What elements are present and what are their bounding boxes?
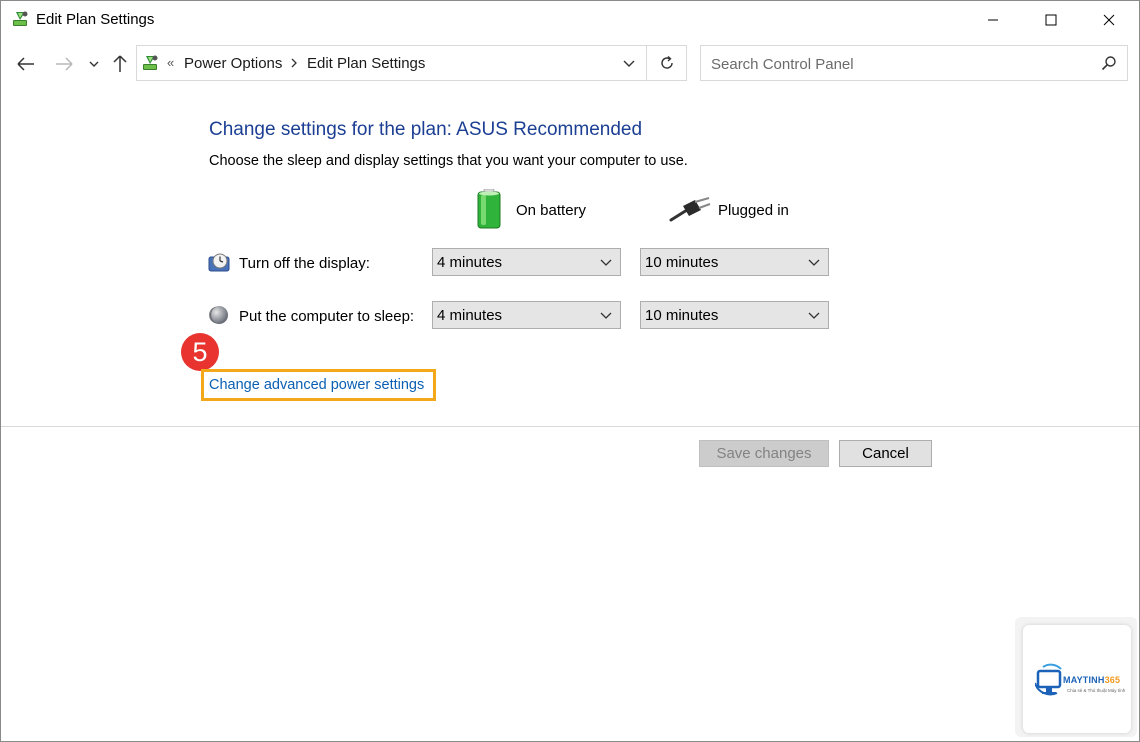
back-button[interactable]	[13, 51, 39, 77]
column-on-battery: On battery	[516, 202, 587, 219]
cancel-button[interactable]: Cancel	[839, 440, 932, 467]
page-description: Choose the sleep and display settings th…	[209, 153, 688, 169]
chevron-down-icon	[623, 60, 635, 67]
breadcrumb-edit-plan-settings[interactable]: Edit Plan Settings	[307, 55, 425, 72]
watermark-card: MAYTINH365 Chia sẻ & Thủ thuật Máy tính	[1023, 625, 1131, 733]
sleep-on-battery-select[interactable]: 4 minutes	[432, 301, 621, 329]
title-bar: Edit Plan Settings	[1, 1, 1139, 39]
plug-icon	[669, 196, 711, 236]
content-divider	[1, 426, 1139, 427]
power-plan-icon	[140, 53, 160, 73]
address-dropdown-button[interactable]	[612, 46, 646, 80]
address-bar[interactable]: « Power Options Edit Plan Settings	[136, 45, 687, 81]
chevron-down-icon	[600, 312, 612, 319]
select-value: 10 minutes	[645, 254, 719, 271]
step-number-badge: 5	[181, 333, 219, 371]
chevron-down-icon	[600, 259, 612, 266]
column-plugged-in: Plugged in	[718, 202, 789, 219]
up-button[interactable]	[107, 51, 133, 77]
select-value: 4 minutes	[437, 307, 503, 324]
brand-logo-icon	[1035, 663, 1062, 696]
change-advanced-power-settings-link[interactable]: Change advanced power settings	[209, 377, 424, 393]
forward-arrow-icon	[56, 57, 73, 71]
forward-button[interactable]	[51, 51, 77, 77]
sleep-moon-icon	[208, 304, 230, 326]
display-timeout-label: Turn off the display:	[239, 255, 370, 272]
back-arrow-icon	[17, 57, 34, 71]
display-on-battery-select[interactable]: 4 minutes	[432, 248, 621, 276]
search-icon[interactable]	[1101, 55, 1117, 76]
save-changes-button[interactable]: Save changes	[699, 440, 829, 467]
battery-icon	[475, 188, 503, 229]
watermark: MAYTINH365 Chia sẻ & Thủ thuật Máy tính	[1015, 617, 1137, 737]
watermark-tagline: Chia sẻ & Thủ thuật Máy tính	[1067, 688, 1126, 693]
breadcrumb-overflow[interactable]: «	[167, 55, 174, 70]
refresh-button[interactable]	[646, 46, 687, 80]
display-timer-icon	[208, 251, 230, 273]
close-icon	[1103, 14, 1115, 26]
power-plan-icon	[10, 9, 30, 29]
chevron-down-icon	[808, 259, 820, 266]
edit-plan-settings-window: Edit Plan Settings « Power Options Edit …	[0, 0, 1140, 742]
refresh-icon	[661, 55, 673, 69]
display-plugged-in-select[interactable]: 10 minutes	[640, 248, 829, 276]
chevron-down-icon	[808, 312, 820, 319]
page-title: Change settings for the plan: ASUS Recom…	[209, 119, 643, 140]
sleep-timeout-label: Put the computer to sleep:	[239, 308, 415, 325]
close-button[interactable]	[1080, 1, 1138, 39]
breadcrumb-power-options[interactable]: Power Options	[184, 55, 282, 72]
minimize-icon	[988, 19, 998, 21]
maximize-icon	[1045, 14, 1057, 26]
window-title: Edit Plan Settings	[36, 11, 155, 28]
select-value: 4 minutes	[437, 254, 503, 271]
maximize-button[interactable]	[1022, 1, 1080, 39]
sleep-plugged-in-select[interactable]: 10 minutes	[640, 301, 829, 329]
watermark-brand: MAYTINH365	[1063, 675, 1121, 685]
recent-locations-button[interactable]	[82, 51, 106, 77]
select-value: 10 minutes	[645, 307, 719, 324]
breadcrumb-separator-icon[interactable]	[290, 56, 298, 74]
up-arrow-icon	[113, 55, 127, 72]
search-box[interactable]	[700, 45, 1128, 81]
minimize-button[interactable]	[964, 1, 1022, 39]
chevron-down-icon	[89, 61, 99, 67]
search-input[interactable]	[709, 52, 1093, 76]
